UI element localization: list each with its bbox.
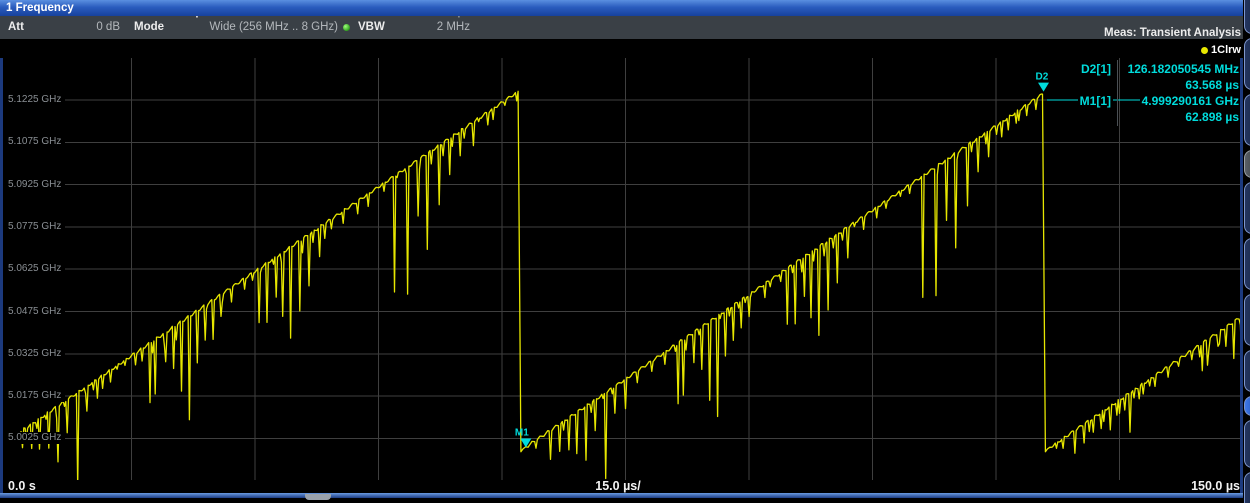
splitter-handle[interactable] [305,494,331,500]
softkey-button[interactable] [1244,396,1250,416]
softkey-button[interactable] [1244,294,1250,346]
vbw-value[interactable]: 2 MHz [398,21,470,33]
marker-d2-name: D2[1] [1079,62,1113,76]
y-tick-label: 5.0925 GHz [3,179,65,191]
x-axis-start-label: 0.0 s [8,479,36,493]
softkey-button[interactable] [1244,182,1250,234]
softkey-button[interactable] [1244,94,1250,146]
y-tick-label: 5.0325 GHz [3,348,65,360]
softkey-button[interactable] [1244,472,1250,503]
vbw-label[interactable]: VBW [358,21,385,33]
trace-color-dot-icon [1201,47,1208,54]
y-tick-label: 5.0175 GHz [3,390,65,402]
softkey-button[interactable] [1244,38,1250,90]
window-bottom-bar[interactable] [0,493,1243,498]
marker-row-m1-time: 62.898 µs [1040,109,1241,125]
marker-table[interactable]: D2[1] 126.182050545 MHz 63.568 µs M1[1] … [1040,61,1241,125]
trace-badge-label: 1Clrw [1211,44,1241,56]
meas-mode-indicator: Meas: Transient Analysis [1041,27,1241,39]
channel-title-bar[interactable]: 1 Frequency [0,0,1243,16]
softkey-button[interactable] [1244,150,1250,178]
marker-row-d2-time: 63.568 µs [1040,77,1241,93]
softkey-button[interactable] [1244,0,1250,34]
marker-row-m1-freq: M1[1] 4.999290161 GHz [1040,93,1241,109]
y-tick-label: 5.0775 GHz [3,221,65,233]
softkey-button[interactable] [1244,420,1250,468]
y-tick-label: 5.1075 GHz [3,136,65,148]
att-value[interactable]: 0 dB [56,21,120,33]
marker-table-separator [1117,60,1118,126]
window-left-edge [0,58,3,493]
marker-m1-name: M1[1] [1078,94,1113,108]
window-right-edge [1240,58,1243,493]
analyzer-window: Ref Level 0.00 dBm Att 0 dB Center Freq … [0,0,1250,503]
marker-d2-value: 126.182050545 MHz [1126,62,1241,76]
marker-d2-time: 63.568 µs [1183,78,1241,92]
trace-badge[interactable]: 1Clrw [1201,42,1241,58]
mode-label[interactable]: Mode [134,21,164,33]
softkey-button[interactable] [1244,350,1250,392]
mode-value[interactable]: Wide (256 MHz .. 8 GHz) [180,21,338,33]
y-tick-label: 5.0625 GHz [3,263,65,275]
y-tick-label: 5.0475 GHz [3,306,65,318]
softkey-button[interactable] [1244,238,1250,290]
y-tick-label: 5.0025 GHz [3,432,65,444]
x-axis-end-label: 150.0 µs [1150,479,1240,493]
channel-title: 1 Frequency [0,0,1243,16]
svg-text:M1: M1 [515,427,529,438]
x-axis-scale-label: 15.0 µs/ [553,479,683,493]
mode-status-led-icon [343,24,350,31]
att-label[interactable]: Att [8,21,24,33]
marker-row-d2-freq: D2[1] 126.182050545 MHz [1040,61,1241,77]
marker-m1-value: 4.999290161 GHz [1140,94,1241,108]
marker-m1-time: 62.898 µs [1183,110,1241,124]
y-tick-label: 5.1225 GHz [3,94,65,106]
